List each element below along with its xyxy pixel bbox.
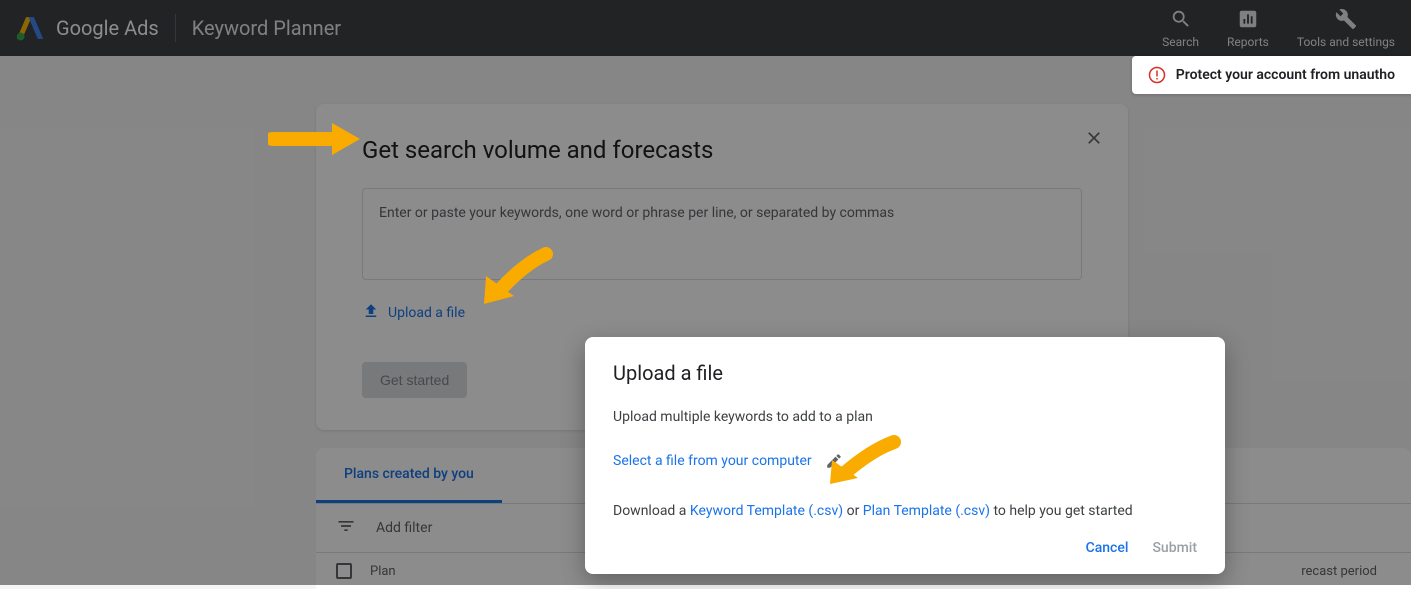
dialog-description: Upload multiple keywords to add to a pla…: [613, 409, 1197, 425]
annotation-arrow-1: [268, 117, 368, 161]
alert-circle-icon: [1148, 66, 1166, 84]
download-or: or: [843, 503, 863, 519]
upload-file-dialog: Upload a file Upload multiple keywords t…: [585, 337, 1225, 574]
account-protection-notification[interactable]: Protect your account from unautho: [1132, 56, 1411, 94]
dialog-title: Upload a file: [613, 361, 1197, 385]
annotation-arrow-3: [824, 434, 902, 486]
annotation-arrow-2: [476, 246, 556, 310]
download-templates-text: Download a Keyword Template (.csv) or Pl…: [613, 501, 1197, 522]
download-prefix: Download a: [613, 503, 690, 519]
dialog-actions: Cancel Submit: [613, 540, 1197, 556]
submit-button[interactable]: Submit: [1152, 540, 1197, 556]
download-suffix: to help you get started: [990, 503, 1133, 519]
select-file-row: Select a file from your computer: [613, 449, 1197, 473]
cancel-button[interactable]: Cancel: [1086, 540, 1129, 556]
keyword-template-link[interactable]: Keyword Template (.csv): [690, 503, 843, 519]
select-file-link[interactable]: Select a file from your computer: [613, 453, 812, 469]
notification-text: Protect your account from unautho: [1176, 67, 1395, 83]
plan-template-link[interactable]: Plan Template (.csv): [863, 503, 990, 519]
